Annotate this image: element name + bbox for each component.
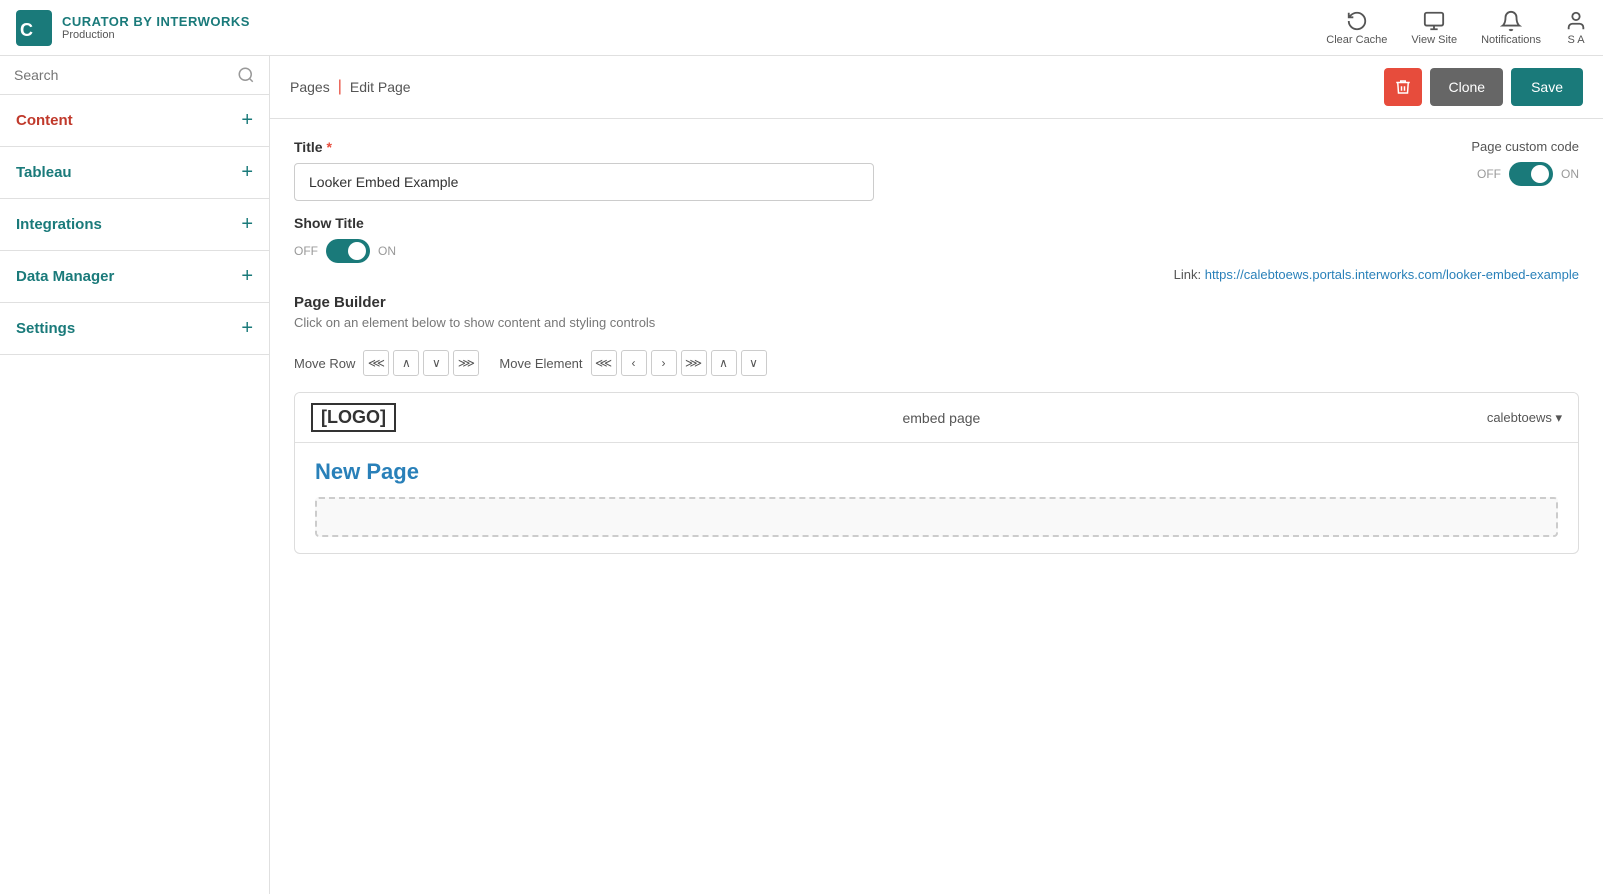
settings-expand-icon: + [241, 317, 253, 340]
move-element-right-button[interactable]: › [651, 350, 677, 376]
show-title-section: Show Title OFF ON [270, 201, 1603, 263]
move-element-left-button[interactable]: ‹ [621, 350, 647, 376]
integrations-expand-icon: + [241, 213, 253, 236]
title-input[interactable] [294, 163, 874, 201]
view-site-button[interactable]: View Site [1411, 10, 1457, 46]
clone-button[interactable]: Clone [1430, 68, 1503, 106]
data-manager-expand-icon: + [241, 265, 253, 288]
preview-frame: [LOGO] embed page calebtoews ▾ New Page [294, 392, 1579, 554]
brand-name: Curator by InterWorks [62, 14, 250, 29]
title-section: Title * [294, 139, 1471, 201]
notifications-label: Notifications [1481, 34, 1541, 46]
move-element-last-button[interactable]: ⋙ [681, 350, 707, 376]
header-actions: Clear Cache View Site Notifications S A [1326, 10, 1587, 46]
save-button[interactable]: Save [1511, 68, 1583, 106]
link-label: Link: [1174, 267, 1201, 282]
trash-icon [1394, 78, 1412, 96]
preview-body: New Page [295, 443, 1578, 553]
custom-code-toggle[interactable] [1509, 162, 1553, 186]
integrations-label: Integrations [16, 216, 102, 233]
move-row-label: Move Row [294, 356, 355, 371]
clear-cache-label: Clear Cache [1326, 34, 1387, 46]
main-content: Pages | Edit Page Clone Save [270, 56, 1603, 894]
title-field-label: Title * [294, 139, 1471, 155]
move-row-last-button[interactable]: ⋙ [453, 350, 479, 376]
preview-page-title: New Page [315, 459, 1558, 485]
move-row-first-button[interactable]: ⋘ [363, 350, 389, 376]
user-menu-button[interactable]: S A [1565, 10, 1587, 46]
custom-code-area: Page custom code OFF ON [1471, 139, 1579, 186]
notifications-button[interactable]: Notifications [1481, 10, 1541, 46]
page-builder-hint: Click on an element below to show conten… [294, 315, 1579, 330]
search-icon [237, 66, 255, 84]
svg-text:C: C [20, 20, 33, 40]
title-and-code-row: Title * Page custom code OFF ON [270, 119, 1603, 201]
move-row-up-button[interactable]: ∧ [393, 350, 419, 376]
link-row: Link: https://calebtoews.portals.interwo… [270, 263, 1603, 294]
show-title-on-label: ON [378, 244, 396, 258]
move-row-down-button[interactable]: ∨ [423, 350, 449, 376]
curator-logo-icon: C [16, 10, 52, 46]
preview-drop-zone[interactable] [315, 497, 1558, 537]
edit-page-breadcrumb: Edit Page [350, 79, 411, 95]
move-controls: Move Row ⋘ ∧ ∨ ⋙ Move Element ⋘ ‹ › ⋙ ∧ … [294, 342, 1579, 384]
move-element-label: Move Element [499, 356, 582, 371]
clear-cache-button[interactable]: Clear Cache [1326, 10, 1387, 46]
content-expand-icon: + [241, 109, 253, 132]
logo-area: C Curator by InterWorks Production [16, 10, 250, 46]
breadcrumb-divider: | [338, 78, 342, 96]
sidebar-item-content[interactable]: Content + [0, 95, 269, 147]
page-header-actions: Clone Save [1384, 68, 1583, 106]
preview-nav-item: embed page [902, 410, 980, 426]
tableau-label: Tableau [16, 164, 72, 181]
move-element-group: Move Element ⋘ ‹ › ⋙ ∧ ∨ [499, 350, 766, 376]
show-title-off-label: OFF [294, 244, 318, 258]
content-label: Content [16, 112, 73, 129]
pages-breadcrumb[interactable]: Pages [290, 79, 330, 95]
sidebar-item-integrations[interactable]: Integrations + [0, 199, 269, 251]
move-element-first-button[interactable]: ⋘ [591, 350, 617, 376]
search-input[interactable] [14, 67, 229, 83]
sidebar-item-settings[interactable]: Settings + [0, 303, 269, 355]
delete-button[interactable] [1384, 68, 1422, 106]
page-builder-section: Page Builder Click on an element below t… [270, 294, 1603, 554]
top-header: C Curator by InterWorks Production Clear… [0, 0, 1603, 56]
user-label: S A [1567, 34, 1584, 46]
move-element-down-button[interactable]: ∨ [741, 350, 767, 376]
body-layout: Content + Tableau + Integrations + Data … [0, 56, 1603, 894]
breadcrumb: Pages | Edit Page [290, 78, 411, 96]
settings-label: Settings [16, 320, 75, 337]
custom-code-toggle-row: OFF ON [1477, 162, 1579, 186]
custom-code-label: Page custom code [1471, 139, 1579, 154]
custom-code-off-label: OFF [1477, 167, 1501, 181]
preview-logo: [LOGO] [311, 403, 396, 432]
page-link[interactable]: https://calebtoews.portals.interworks.co… [1205, 267, 1579, 282]
show-title-toggle-row: OFF ON [294, 239, 1579, 263]
sidebar: Content + Tableau + Integrations + Data … [0, 56, 270, 894]
show-title-label: Show Title [294, 215, 1579, 231]
page-header-bar: Pages | Edit Page Clone Save [270, 56, 1603, 119]
env-label: Production [62, 29, 250, 41]
logo-text: Curator by InterWorks Production [62, 14, 250, 41]
custom-code-slider [1509, 162, 1553, 186]
required-indicator: * [327, 139, 332, 155]
preview-header: [LOGO] embed page calebtoews ▾ [295, 393, 1578, 443]
sidebar-item-tableau[interactable]: Tableau + [0, 147, 269, 199]
show-title-toggle[interactable] [326, 239, 370, 263]
view-site-label: View Site [1411, 34, 1457, 46]
preview-user-menu[interactable]: calebtoews ▾ [1487, 410, 1562, 426]
tableau-expand-icon: + [241, 161, 253, 184]
data-manager-label: Data Manager [16, 268, 114, 285]
page-builder-title: Page Builder [294, 294, 1579, 311]
move-row-group: Move Row ⋘ ∧ ∨ ⋙ [294, 350, 479, 376]
sidebar-item-data-manager[interactable]: Data Manager + [0, 251, 269, 303]
show-title-slider [326, 239, 370, 263]
search-bar[interactable] [0, 56, 269, 95]
move-element-up-button[interactable]: ∧ [711, 350, 737, 376]
custom-code-on-label: ON [1561, 167, 1579, 181]
